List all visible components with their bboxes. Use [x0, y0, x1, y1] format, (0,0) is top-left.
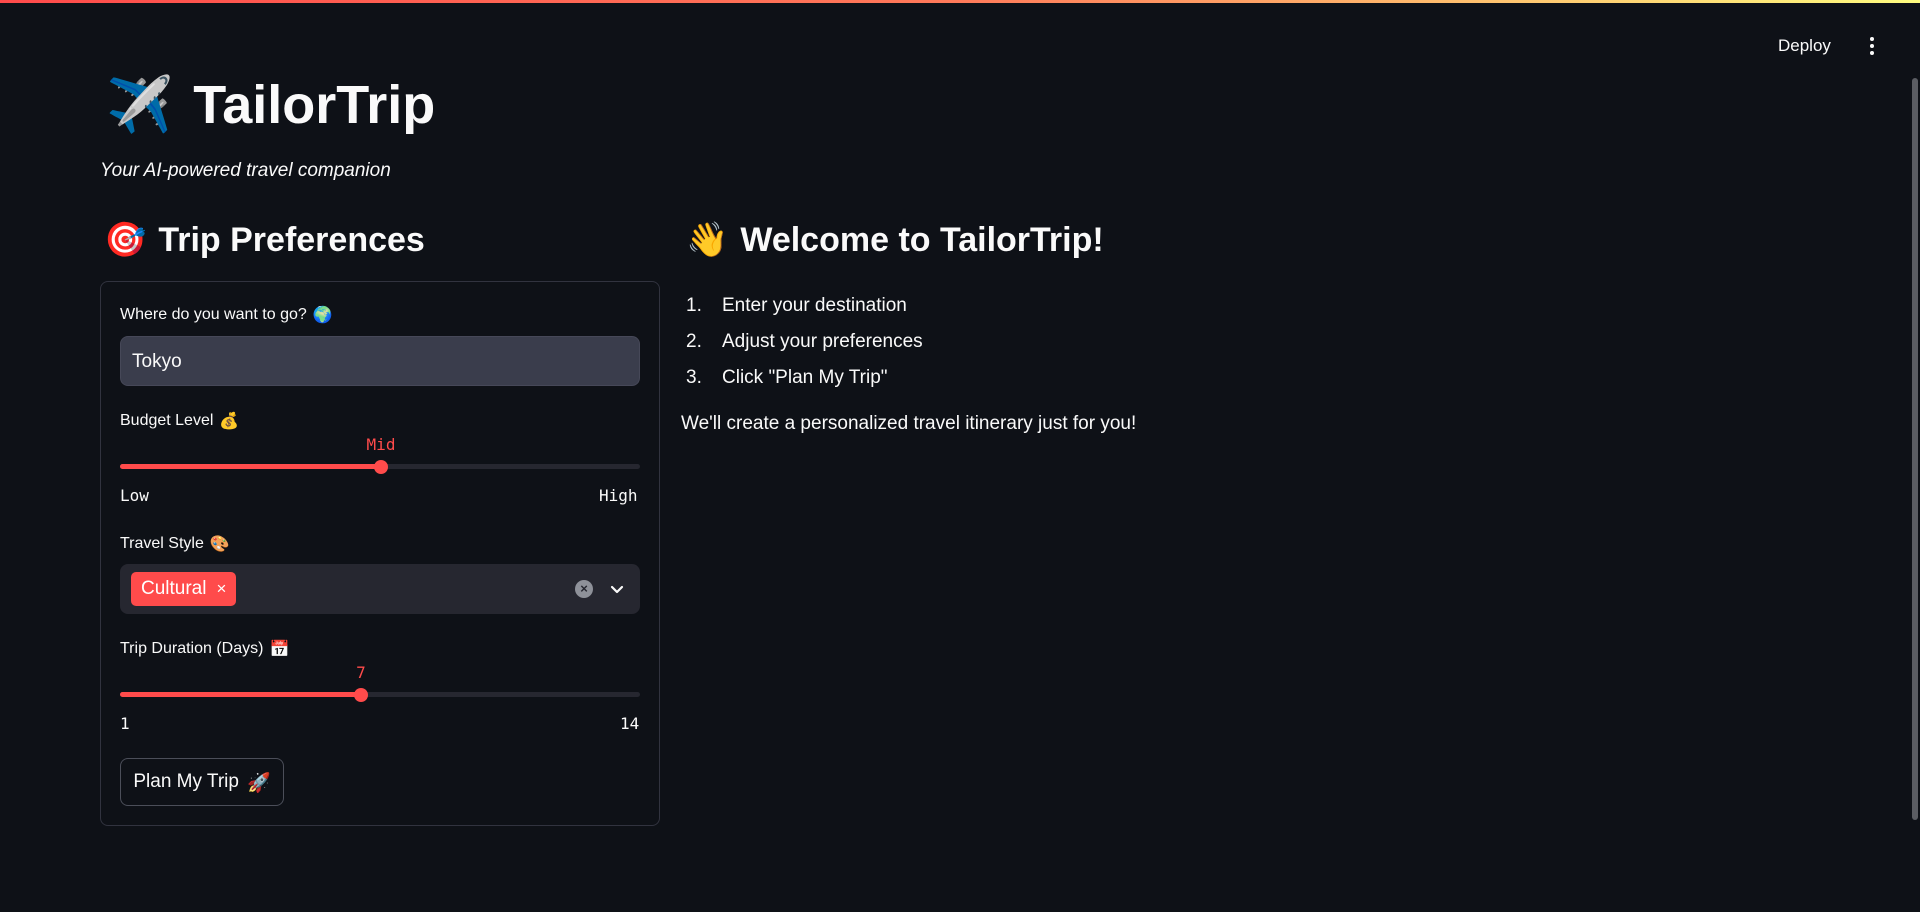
destination-label-text: Where do you want to go?	[120, 305, 307, 323]
more-vertical-icon[interactable]	[1862, 34, 1882, 58]
scrollbar[interactable]	[1912, 78, 1918, 820]
duration-slider-thumb[interactable]	[354, 688, 368, 702]
deploy-button[interactable]: Deploy	[1770, 34, 1839, 58]
chevron-down-icon[interactable]	[608, 580, 626, 598]
list-item: 1. Enter your destination	[686, 295, 907, 316]
app-title: ✈️ TailorTrip	[106, 70, 435, 140]
duration-slider-fill	[120, 692, 361, 697]
app-subtitle: Your AI-powered travel companion	[100, 160, 391, 181]
list-item: 3. Click "Plan My Trip"	[686, 367, 888, 388]
duration-slider-value: 7	[356, 663, 366, 682]
destination-input[interactable]: Tokyo	[120, 336, 640, 386]
welcome-heading-text: Welcome to TailorTrip!	[740, 220, 1104, 259]
plan-my-trip-button[interactable]: Plan My Trip 🚀	[120, 758, 284, 806]
budget-max-label: High	[599, 486, 638, 505]
preferences-heading-text: Trip Preferences	[158, 220, 425, 259]
travel-style-label: Travel Style 🎨	[120, 534, 230, 553]
travel-style-multiselect[interactable]: Cultural × ×	[120, 564, 640, 614]
duration-min-label: 1	[120, 714, 130, 733]
clear-icon[interactable]: ×	[575, 580, 593, 598]
list-item: 2. Adjust your preferences	[686, 331, 923, 352]
globe-icon: 🌍	[312, 305, 333, 324]
budget-slider-value: Mid	[366, 435, 396, 454]
money-bag-icon: 💰	[219, 411, 240, 430]
welcome-heading: 👋 Welcome to TailorTrip!	[686, 218, 1104, 262]
plan-button-label: Plan My Trip	[133, 771, 239, 792]
budget-slider-thumb[interactable]	[374, 460, 388, 474]
duration-label: Trip Duration (Days) 📅	[120, 639, 289, 658]
budget-min-label: Low	[120, 486, 149, 505]
calendar-icon: 📅	[269, 639, 290, 658]
budget-slider-fill	[120, 464, 381, 469]
remove-chip-icon[interactable]: ×	[216, 579, 226, 599]
instruction-list: 1. Enter your destination 2. Adjust your p…	[686, 288, 923, 396]
duration-max-label: 14	[620, 714, 640, 733]
header-decoration	[0, 0, 1920, 3]
rocket-icon: 🚀	[246, 771, 271, 794]
duration-label-text: Trip Duration (Days)	[120, 639, 264, 657]
preferences-heading: 🎯 Trip Preferences	[104, 218, 425, 262]
destination-label: Where do you want to go? 🌍	[120, 305, 333, 324]
travel-style-label-text: Travel Style	[120, 534, 204, 552]
target-icon: 🎯	[104, 220, 147, 260]
chip-label: Cultural	[141, 578, 207, 599]
app-title-text: TailorTrip	[193, 75, 436, 135]
budget-label: Budget Level 💰	[120, 411, 239, 430]
budget-label-text: Budget Level	[120, 411, 214, 429]
palette-icon: 🎨	[209, 534, 230, 553]
welcome-note: We'll create a personalized travel itine…	[681, 413, 1137, 434]
airplane-icon: ✈️	[106, 73, 174, 136]
travel-style-chip[interactable]: Cultural ×	[131, 572, 237, 606]
waving-hand-icon: 👋	[686, 220, 729, 260]
